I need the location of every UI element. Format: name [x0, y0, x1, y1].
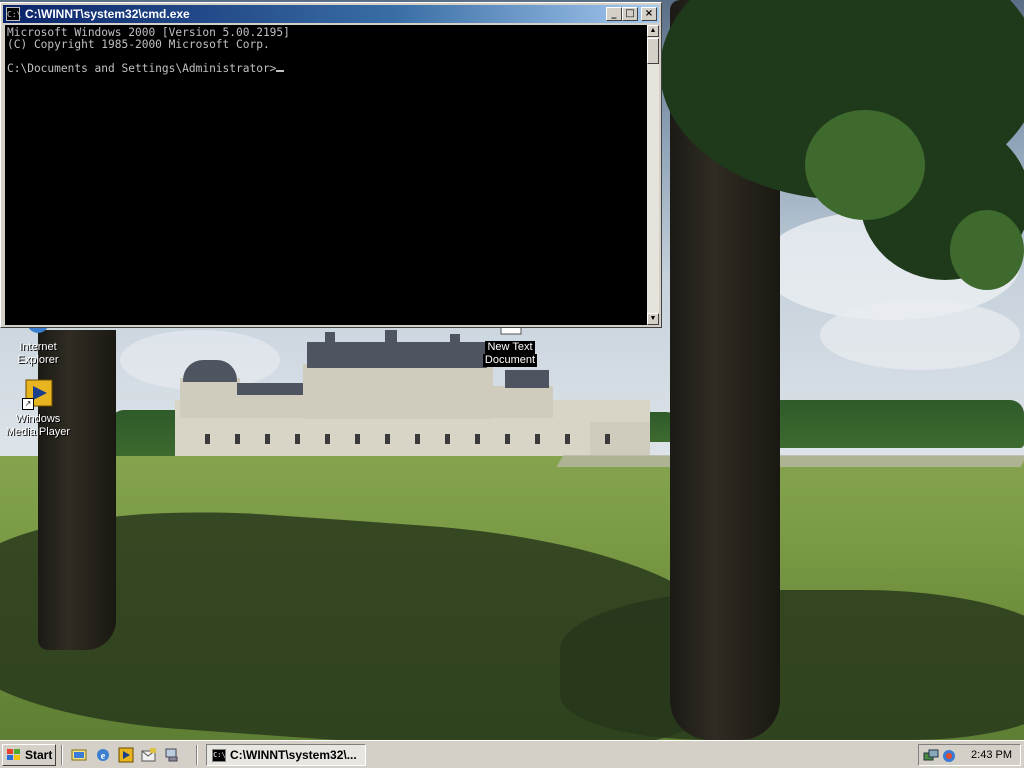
wallpaper-path: [556, 455, 1024, 467]
shortcut-arrow-icon: ↗: [22, 398, 34, 410]
volume-icon[interactable]: [941, 748, 957, 764]
cmd-title-bar[interactable]: C:\ C:\WINNT\system32\cmd.exe _ □ ×: [3, 5, 659, 23]
start-button[interactable]: Start: [2, 744, 56, 766]
minimize-button[interactable]: _: [606, 7, 622, 21]
windows-logo-icon: [7, 749, 21, 762]
clock[interactable]: 2:43 PM: [971, 749, 1012, 761]
wallpaper-leaves: [805, 110, 925, 220]
close-button[interactable]: ×: [641, 7, 657, 21]
wallpaper-treeline: [765, 400, 1024, 448]
internet-explorer-icon[interactable]: e: [95, 747, 111, 763]
svg-text:e: e: [101, 751, 106, 762]
show-desktop-icon[interactable]: [71, 747, 87, 763]
scroll-down-button[interactable]: ▼: [647, 313, 659, 325]
desktop-icon-windows-media-player[interactable]: ↗ Windows Media Player: [1, 378, 75, 439]
desktop-icon-label: Windows: [15, 413, 61, 425]
desktop-icon-label: New Text: [485, 341, 535, 354]
desktop-icon-label: Explorer: [17, 354, 59, 366]
desktop-icon-label: Document: [482, 354, 538, 367]
wallpaper-cloud: [820, 300, 1020, 370]
start-label: Start: [25, 748, 53, 762]
desktop-icon-label: Internet: [19, 341, 57, 353]
wallpaper-leaves: [950, 210, 1024, 290]
wallpaper-tree-shadow: [560, 590, 1024, 740]
maximize-button[interactable]: □: [622, 7, 638, 21]
cmd-window-title: C:\WINNT\system32\cmd.exe: [25, 7, 190, 21]
taskbar-button-label: C:\WINNT\system32\...: [230, 748, 357, 762]
taskbar-button-cmd[interactable]: C:\ C:\WINNT\system32\...: [206, 744, 366, 766]
console-area[interactable]: Microsoft Windows 2000 [Version 5.00.219…: [5, 25, 647, 325]
system-tray: 2:43 PM: [918, 744, 1021, 766]
network-status-icon[interactable]: [923, 748, 939, 764]
outlook-express-icon[interactable]: [141, 747, 157, 763]
vertical-scrollbar[interactable]: ▲ ▼: [647, 25, 659, 325]
desktop-icon-label: Media Player: [5, 426, 71, 438]
media-player-icon[interactable]: [118, 747, 134, 763]
cmd-window[interactable]: C:\ C:\WINNT\system32\cmd.exe _ □ × Micr…: [0, 2, 662, 328]
console-cursor: [276, 70, 285, 72]
console-output: Microsoft Windows 2000 [Version 5.00.219…: [7, 26, 290, 75]
taskbar-divider: [196, 745, 198, 765]
wallpaper-castle: [175, 330, 650, 456]
cmd-task-icon: C:\: [212, 749, 226, 762]
scroll-thumb[interactable]: [647, 38, 659, 64]
network-icon[interactable]: [164, 747, 180, 763]
cmd-window-icon[interactable]: C:\: [6, 7, 21, 21]
scroll-up-button[interactable]: ▲: [647, 25, 659, 37]
taskbar: Start e C:\ C:\WINNT\system32\... 2:43 P…: [0, 740, 1024, 768]
media-player-icon: ↗: [22, 378, 54, 410]
taskbar-divider: [61, 745, 63, 765]
